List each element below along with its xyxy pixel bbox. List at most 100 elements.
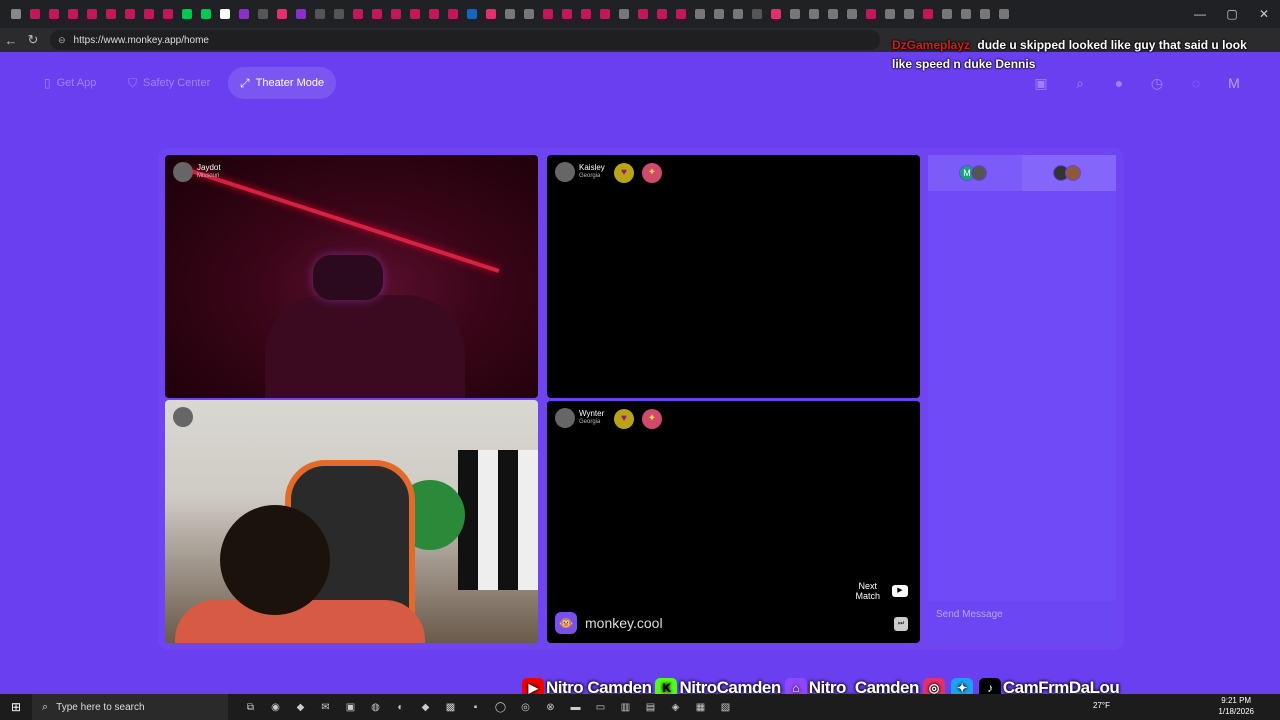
browser-tab[interactable] xyxy=(462,5,481,23)
app-icon[interactable]: ▣ xyxy=(338,694,363,720)
browser-tab[interactable] xyxy=(25,5,44,23)
browser-tab[interactable] xyxy=(975,5,994,23)
browser-tab[interactable] xyxy=(652,5,671,23)
reload-icon[interactable]: ↻ xyxy=(22,32,44,48)
app-icon[interactable]: ▧ xyxy=(713,694,738,720)
browser-tab[interactable] xyxy=(709,5,728,23)
browser-tab[interactable] xyxy=(766,5,785,23)
browser-tab[interactable] xyxy=(538,5,557,23)
browser-tab[interactable] xyxy=(880,5,899,23)
windows-start-icon[interactable]: ⊞ xyxy=(0,700,32,714)
browser-tab[interactable] xyxy=(405,5,424,23)
browser-tab[interactable] xyxy=(747,5,766,23)
browser-tab[interactable] xyxy=(519,5,538,23)
app-icon[interactable]: ▬ xyxy=(563,694,588,720)
close-icon[interactable]: ✕ xyxy=(1248,7,1280,21)
app-icon[interactable]: ◆ xyxy=(288,694,313,720)
chat-tab-current[interactable]: M xyxy=(928,155,1022,191)
back-icon[interactable]: ← xyxy=(0,33,22,48)
maximize-icon[interactable]: ▢ xyxy=(1216,7,1248,21)
browser-tab[interactable] xyxy=(671,5,690,23)
safety-center-button[interactable]: ⛉ Safety Center xyxy=(116,67,222,99)
browser-tab[interactable] xyxy=(215,5,234,23)
browser-tab[interactable] xyxy=(424,5,443,23)
discord-icon[interactable]: ◍ xyxy=(363,694,388,720)
browser-tab[interactable] xyxy=(44,5,63,23)
browser-tab[interactable] xyxy=(386,5,405,23)
edge-icon[interactable]: ◉ xyxy=(263,694,288,720)
browser-tab[interactable] xyxy=(899,5,918,23)
minecraft-icon[interactable]: ▩ xyxy=(438,694,463,720)
browser-tab[interactable] xyxy=(823,5,842,23)
user-location: Georgia xyxy=(579,419,601,425)
browser-tab[interactable] xyxy=(500,5,519,23)
task-view-icon[interactable]: ⧉ xyxy=(238,694,263,720)
browser-tab[interactable] xyxy=(728,5,747,23)
app-icon[interactable]: ▭ xyxy=(588,694,613,720)
browser-tab[interactable] xyxy=(367,5,386,23)
browser-tab[interactable] xyxy=(557,5,576,23)
browser-tab[interactable] xyxy=(82,5,101,23)
browser-tab[interactable] xyxy=(272,5,291,23)
browser-tab[interactable] xyxy=(329,5,348,23)
chat-tab-group[interactable] xyxy=(1022,155,1116,191)
browser-tab[interactable] xyxy=(253,5,272,23)
browser-tab[interactable] xyxy=(310,5,329,23)
browser-tab[interactable] xyxy=(234,5,253,23)
app-icon[interactable]: ▤ xyxy=(638,694,663,720)
store-icon[interactable]: ▣ xyxy=(1032,74,1050,92)
send-message-input[interactable]: Send Message xyxy=(928,601,1116,643)
browser-tab[interactable] xyxy=(633,5,652,23)
browser-tab[interactable] xyxy=(994,5,1013,23)
theater-mode-button[interactable]: ⤢ Theater Mode xyxy=(228,67,337,99)
browser-tab[interactable] xyxy=(918,5,937,23)
weather-temp[interactable]: 27°F xyxy=(1093,701,1110,710)
steam-icon[interactable]: ◈ xyxy=(663,694,688,720)
browser-tab[interactable] xyxy=(101,5,120,23)
browser-tab[interactable] xyxy=(291,5,310,23)
browser-tab[interactable] xyxy=(443,5,462,23)
browser-tab[interactable] xyxy=(348,5,367,23)
app-icon[interactable]: ◆ xyxy=(413,694,438,720)
browser-tab[interactable] xyxy=(956,5,975,23)
site-info-icon[interactable]: ⊖ xyxy=(58,35,66,46)
xbox-icon[interactable]: ⊗ xyxy=(538,694,563,720)
next-match-label[interactable]: Next Match xyxy=(855,581,880,601)
url-input[interactable]: ⊖ https://www.monkey.app/home xyxy=(50,30,880,50)
browser-tab[interactable] xyxy=(690,5,709,23)
skip-button[interactable]: ⏭ xyxy=(894,617,908,631)
browser-tab[interactable] xyxy=(804,5,823,23)
profile-icon[interactable]: ● xyxy=(1110,74,1128,92)
app-icon[interactable]: ◎ xyxy=(513,694,538,720)
browser-tab[interactable] xyxy=(861,5,880,23)
browser-tab[interactable] xyxy=(576,5,595,23)
browser-tab[interactable] xyxy=(614,5,633,23)
browser-tab[interactable] xyxy=(6,5,25,23)
browser-tab[interactable] xyxy=(158,5,177,23)
browser-tab[interactable] xyxy=(937,5,956,23)
browser-tab[interactable] xyxy=(120,5,139,23)
get-app-button[interactable]: ▯ Get App xyxy=(32,67,108,99)
browser-tab[interactable] xyxy=(481,5,500,23)
avatar[interactable]: M xyxy=(1222,71,1246,95)
next-match-button[interactable]: ▶ xyxy=(892,585,908,597)
minimize-icon[interactable]: — xyxy=(1184,7,1216,21)
app-icon[interactable]: ▦ xyxy=(688,694,713,720)
app-icon[interactable]: ▥ xyxy=(613,694,638,720)
browser-tab[interactable] xyxy=(595,5,614,23)
taskbar-search-input[interactable]: ⌕ Type here to search xyxy=(32,694,228,720)
browser-tab[interactable] xyxy=(785,5,804,23)
browser-tab[interactable] xyxy=(196,5,215,23)
taskbar-clock[interactable]: 9:21 PM 1/18/2026 xyxy=(1218,695,1254,717)
history-icon[interactable]: ◷ xyxy=(1148,74,1166,92)
spotify-icon[interactable]: ◐ xyxy=(388,694,413,720)
browser-tab[interactable] xyxy=(139,5,158,23)
outlook-icon[interactable]: ✉ xyxy=(313,694,338,720)
app-icon[interactable]: ▪ xyxy=(463,694,488,720)
browser-tab[interactable] xyxy=(177,5,196,23)
browser-tab[interactable] xyxy=(63,5,82,23)
messages-icon[interactable]: ◌ xyxy=(1187,74,1205,92)
app-icon[interactable]: ◯ xyxy=(488,694,513,720)
search-icon[interactable]: ⌕ xyxy=(1071,74,1089,92)
browser-tab[interactable] xyxy=(842,5,861,23)
